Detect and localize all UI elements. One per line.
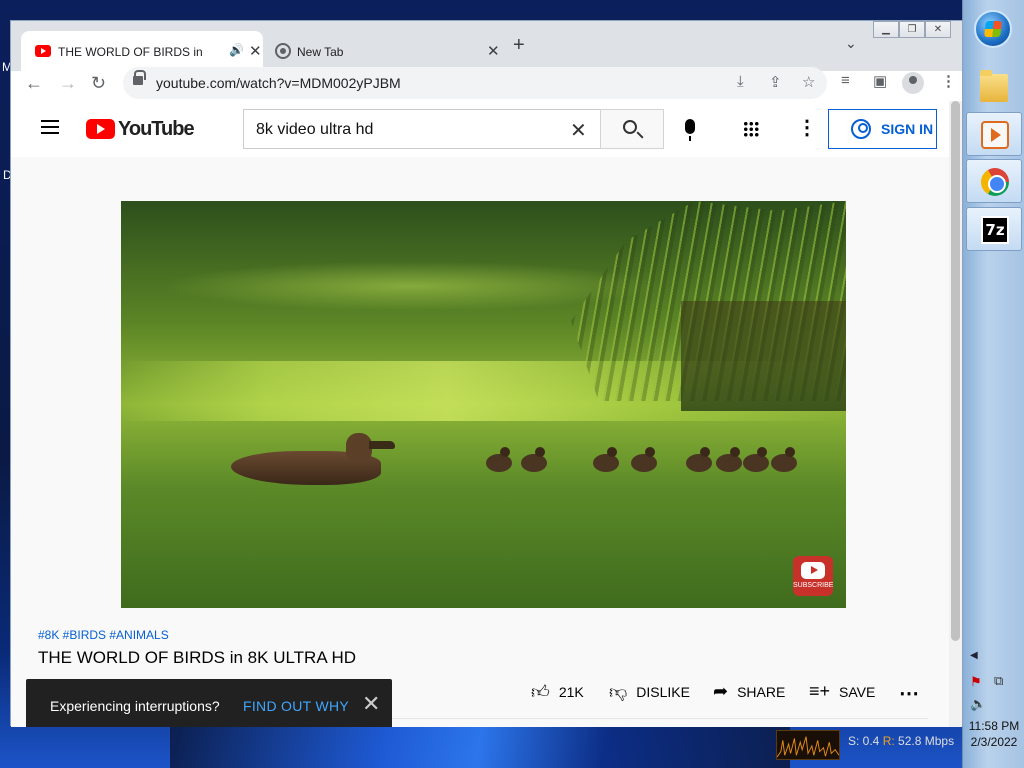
more-actions-icon[interactable]: ⋯ bbox=[899, 681, 919, 706]
tab-audio-icon[interactable]: 🔊 bbox=[229, 43, 244, 57]
like-button[interactable]: 👍︎ 21K bbox=[531, 681, 584, 703]
lock-icon[interactable] bbox=[133, 70, 146, 85]
restore-button[interactable]: ❐ bbox=[899, 21, 925, 38]
new-tab-button[interactable]: + bbox=[513, 35, 525, 55]
toast-message: Experiencing interruptions? bbox=[50, 698, 220, 714]
chrome-favicon-icon bbox=[275, 43, 291, 59]
clock-time: 11:58 PM bbox=[968, 719, 1020, 733]
side-panel-icon[interactable]: ▣ bbox=[873, 72, 887, 90]
like-count: 21K bbox=[558, 684, 584, 700]
tab-title: THE WORLD OF BIRDS in 8K bbox=[58, 45, 206, 59]
net-send: S: 0.4 bbox=[848, 734, 880, 748]
save-button[interactable]: ≡+ SAVE bbox=[809, 681, 875, 702]
video-hashtags[interactable]: #8K #BIRDS #ANIMALS bbox=[38, 628, 169, 642]
volume-icon[interactable]: 🔈 bbox=[970, 696, 986, 712]
playlist-add-icon: ≡+ bbox=[809, 681, 831, 701]
action-center-flag-icon[interactable]: ⚑ bbox=[970, 674, 982, 690]
window-controls: ▁ ❐ ✕ bbox=[873, 21, 951, 39]
close-toast-icon[interactable]: ✕ bbox=[362, 692, 380, 716]
youtube-logo[interactable]: YouTube bbox=[86, 117, 195, 140]
youtube-logo-text: YouTube bbox=[118, 117, 195, 140]
clock-date: 2/3/2022 bbox=[970, 735, 1018, 749]
youtube-favicon-icon bbox=[35, 45, 51, 57]
search-button[interactable] bbox=[600, 109, 664, 149]
browser-window: ▁ ❐ ✕ THE WORLD OF BIRDS in 8K 🔊 ✕ New T… bbox=[10, 20, 963, 727]
net-recv-label: R: bbox=[882, 734, 895, 748]
youtube-play-icon bbox=[86, 119, 115, 139]
tray-expand-icon[interactable]: ◀ bbox=[970, 650, 978, 661]
search-value: 8k video ultra hd bbox=[256, 121, 374, 138]
tab-new-tab[interactable]: New Tab ✕ bbox=[265, 31, 501, 71]
start-button[interactable] bbox=[974, 10, 1012, 48]
share-arrow-icon: ➦ bbox=[713, 681, 729, 701]
share-label: SHARE bbox=[737, 683, 786, 700]
settings-kebab-icon[interactable]: ⋮ bbox=[797, 118, 817, 138]
bookmark-star-icon[interactable]: ☆ bbox=[802, 73, 815, 91]
media-control-icon[interactable]: ≡ bbox=[841, 72, 850, 89]
chrome-icon bbox=[981, 168, 1009, 196]
forward-button[interactable]: → bbox=[59, 73, 77, 93]
network-graph bbox=[776, 730, 840, 760]
browser-toolbar: ← → ↻ youtube.com/watch?v=MDM002yPJBM ⤓ … bbox=[11, 67, 962, 101]
sign-in-label: SIGN IN bbox=[881, 121, 934, 137]
video-frame-ducklings bbox=[481, 446, 811, 481]
back-button[interactable]: ← bbox=[25, 73, 43, 93]
tab-youtube[interactable]: THE WORLD OF BIRDS in 8K 🔊 ✕ bbox=[21, 31, 263, 71]
taskbar-media-player-button[interactable] bbox=[966, 112, 1022, 156]
dislike-label: DISLIKE bbox=[636, 684, 690, 700]
scrollbar-thumb[interactable] bbox=[951, 101, 960, 641]
video-frame-shore bbox=[681, 301, 846, 411]
reload-button[interactable]: ↻ bbox=[91, 73, 106, 93]
dislike-button[interactable]: 👎︎ DISLIKE bbox=[609, 681, 690, 703]
taskbar-7zip-button[interactable]: 7z bbox=[966, 207, 1022, 251]
menu-icon[interactable] bbox=[41, 120, 59, 134]
minimize-button[interactable]: ▁ bbox=[873, 21, 899, 38]
microphone-icon[interactable] bbox=[685, 119, 695, 141]
taskbar-chrome-button[interactable] bbox=[966, 159, 1022, 203]
7zip-icon: 7z bbox=[981, 216, 1009, 244]
network-icon[interactable]: ⧉ bbox=[994, 673, 1003, 689]
video-player[interactable]: SUBSCRIBE bbox=[121, 201, 846, 608]
tab-strip: ▁ ❐ ✕ THE WORLD OF BIRDS in 8K 🔊 ✕ New T… bbox=[11, 21, 962, 71]
desktop-wallpaper-swirl bbox=[170, 720, 790, 768]
clear-search-icon[interactable]: ✕ bbox=[570, 118, 587, 143]
chrome-menu-icon[interactable]: ⋮ bbox=[941, 72, 956, 90]
youtube-header: YouTube 8k video ultra hd ✕ ⋮ SIGN IN bbox=[11, 101, 949, 157]
network-speed-text: S: 0.4 R: 52.8 Mbps bbox=[848, 734, 954, 748]
net-recv: 52.8 Mbps bbox=[898, 734, 955, 748]
tab-title: New Tab bbox=[297, 45, 344, 59]
close-tab-icon[interactable]: ✕ bbox=[249, 42, 262, 60]
find-out-why-link[interactable]: FIND OUT WHY bbox=[243, 698, 349, 714]
search-input[interactable]: 8k video ultra hd ✕ bbox=[243, 109, 601, 149]
thumbs-down-icon: 👎︎ bbox=[609, 682, 628, 702]
thumbs-up-icon: 👍︎ bbox=[531, 682, 550, 702]
network-meter-widget: S: 0.4 R: 52.8 Mbps bbox=[772, 726, 962, 762]
save-label: SAVE bbox=[839, 683, 876, 700]
sign-in-button[interactable]: SIGN IN bbox=[828, 109, 937, 149]
url-text[interactable]: youtube.com/watch?v=MDM002yPJBM bbox=[156, 75, 401, 91]
tab-search-chevron-icon[interactable]: ⌄ bbox=[845, 35, 857, 52]
close-tab-icon[interactable]: ✕ bbox=[487, 42, 500, 60]
install-app-icon[interactable]: ⤓ bbox=[737, 73, 744, 90]
account-icon bbox=[851, 119, 871, 139]
video-frame-duck bbox=[231, 431, 401, 486]
taskbar-explorer-button[interactable] bbox=[966, 66, 1022, 110]
profile-avatar-icon[interactable] bbox=[902, 72, 924, 94]
media-player-icon bbox=[981, 121, 1009, 149]
search-icon bbox=[623, 120, 637, 134]
close-window-button[interactable]: ✕ bbox=[925, 21, 951, 38]
address-bar[interactable]: youtube.com/watch?v=MDM002yPJBM ⤓ ⇪ ☆ bbox=[123, 67, 827, 99]
apps-grid-icon[interactable] bbox=[743, 121, 759, 137]
video-title: THE WORLD OF BIRDS in 8K ULTRA HD bbox=[38, 648, 357, 667]
share-icon[interactable]: ⇪ bbox=[769, 73, 782, 91]
interruption-toast: Experiencing interruptions? FIND OUT WHY… bbox=[26, 679, 392, 727]
subscribe-watermark[interactable]: SUBSCRIBE bbox=[793, 556, 833, 596]
folder-icon bbox=[980, 70, 1008, 102]
system-clock[interactable]: 11:58 PM 2/3/2022 bbox=[964, 718, 1024, 750]
share-button[interactable]: ➦ SHARE bbox=[713, 681, 785, 702]
youtube-page: YouTube 8k video ultra hd ✕ ⋮ SIGN IN SU… bbox=[11, 101, 962, 727]
